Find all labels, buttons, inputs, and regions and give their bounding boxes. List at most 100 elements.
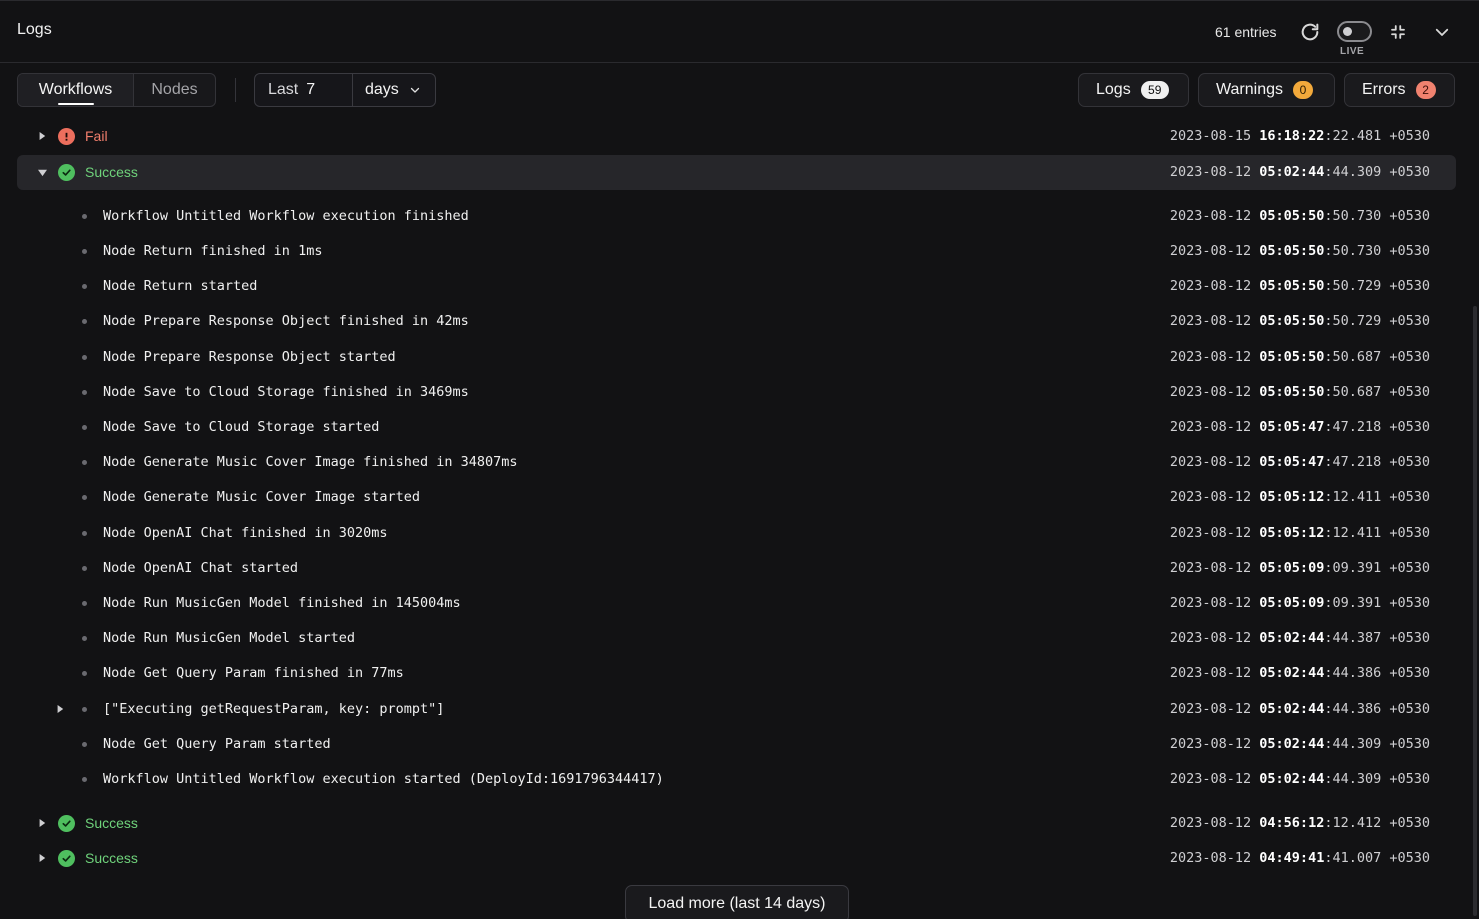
run-status: Success (85, 850, 138, 866)
bullet-dot (82, 284, 87, 289)
run-status: Fail (85, 128, 108, 144)
log-message: Node Prepare Response Object finished in… (103, 313, 469, 329)
range-unit-label: days (365, 81, 399, 98)
log-message: Node Return finished in 1ms (103, 243, 323, 259)
range-prefix: Last (268, 81, 299, 98)
tab-workflows[interactable]: Workflows (18, 74, 134, 106)
log-message: Node OpenAI Chat started (103, 560, 299, 576)
logs-header: Logs 61 entries LIVE (0, 1, 1479, 63)
log-entry[interactable]: Node Save to Cloud Storage started 2023-0… (17, 410, 1456, 445)
log-timestamp: 2023-08-12 05:05:09:09.391 +0530 (1169, 595, 1430, 611)
bullet-dot (82, 425, 87, 430)
view-tabs: Workflows Nodes (17, 73, 216, 107)
log-timestamp: 2023-08-12 05:05:50:50.729 +0530 (1169, 313, 1430, 329)
caret-right-icon[interactable] (55, 704, 65, 714)
log-message: Node Generate Music Cover Image started (103, 489, 420, 505)
toggle-knob (1343, 27, 1352, 36)
bullet-dot (82, 531, 87, 536)
panel-title: Logs (17, 21, 52, 38)
filter-label: Logs (1096, 81, 1131, 98)
run-timestamp: 2023-08-15 16:18:22:22.481 +0530 (1169, 128, 1430, 144)
bullet-dot (82, 495, 87, 500)
run-timestamp: 2023-08-12 04:56:12:12.412 +0530 (1169, 815, 1430, 831)
logs-panel: Logs 61 entries LIVE Workflows Nodes Las (0, 0, 1479, 919)
bullet-dot (82, 636, 87, 641)
log-message: Node Return started (103, 278, 258, 294)
log-entry[interactable]: Node OpenAI Chat finished in 3020ms 2023-… (17, 516, 1456, 551)
log-message: Workflow Untitled Workflow execution fin… (103, 208, 469, 224)
log-entry[interactable]: Node Run MusicGen Model finished in 1450… (17, 586, 1456, 621)
log-message: Node Prepare Response Object started (103, 349, 396, 365)
toolbar-divider (235, 78, 236, 102)
filter-errors-button[interactable]: Errors 2 (1344, 73, 1455, 107)
bullet-dot (82, 249, 87, 254)
bullet-dot (82, 707, 87, 712)
run-row-selected[interactable]: Success 2023-08-12 05:02:44:44.309 +0530 (17, 155, 1456, 190)
log-timestamp: 2023-08-12 05:05:50:50.729 +0530 (1169, 278, 1430, 294)
filter-warnings-button[interactable]: Warnings 0 (1198, 73, 1335, 107)
log-entry[interactable]: Node Return started 2023-08-12 05:05:50:5… (17, 269, 1456, 304)
run-timestamp: 2023-08-12 05:02:44:44.309 +0530 (1169, 164, 1430, 180)
bullet-dot (82, 601, 87, 606)
log-message: Node Get Query Param finished in 77ms (103, 665, 404, 681)
tab-nodes[interactable]: Nodes (134, 74, 215, 106)
log-timestamp: 2023-08-12 05:05:50:50.730 +0530 (1169, 208, 1430, 224)
bullet-dot (82, 390, 87, 395)
log-timestamp: 2023-08-12 05:05:12:12.411 +0530 (1169, 489, 1430, 505)
bullet-dot (82, 777, 87, 782)
bullet-dot (82, 319, 87, 324)
count-badge: 0 (1292, 81, 1313, 99)
log-message: ["Executing getRequestParam, key: prompt… (103, 701, 445, 717)
range-value: 7 (306, 81, 316, 98)
log-entry[interactable]: Node Prepare Response Object finished in… (17, 304, 1456, 339)
log-entry[interactable]: Node Get Query Param finished in 77ms 202… (17, 656, 1456, 691)
log-timestamp: 2023-08-12 05:02:44:44.309 +0530 (1169, 771, 1430, 787)
log-entry[interactable]: Node Get Query Param started 2023-08-12 0… (17, 727, 1456, 762)
log-entry[interactable]: Node OpenAI Chat started 2023-08-12 05:05… (17, 551, 1456, 586)
run-row[interactable]: Fail 2023-08-15 16:18:22:22.481 +0530 (17, 119, 1456, 154)
live-toggle[interactable] (1337, 21, 1372, 42)
run-row[interactable]: Success 2023-08-12 04:49:41:41.007 +0530 (17, 841, 1456, 876)
caret-down-icon[interactable] (37, 167, 47, 177)
range-unit-select[interactable]: days (353, 74, 435, 106)
log-entry[interactable]: Node Generate Music Cover Image finished… (17, 445, 1456, 480)
range-value-field[interactable]: Last 7 (255, 74, 353, 106)
log-entry[interactable]: Workflow Untitled Workflow execution sta… (17, 762, 1456, 797)
log-message: Workflow Untitled Workflow execution sta… (103, 771, 664, 787)
log-timestamp: 2023-08-12 05:02:44:44.386 +0530 (1169, 665, 1430, 681)
caret-right-icon[interactable] (37, 131, 47, 141)
log-timestamp: 2023-08-12 05:05:50:50.687 +0530 (1169, 349, 1430, 365)
chevron-down-icon[interactable] (1431, 21, 1453, 43)
log-entry[interactable]: Workflow Untitled Workflow execution fin… (17, 199, 1456, 234)
caret-right-icon[interactable] (37, 818, 47, 828)
run-status: Success (85, 815, 138, 831)
log-timestamp: 2023-08-12 05:02:44:44.387 +0530 (1169, 630, 1430, 646)
caret-right-icon[interactable] (37, 853, 47, 863)
load-more-button[interactable]: Load more (last 14 days) (625, 885, 849, 919)
log-timestamp: 2023-08-12 05:05:47:47.218 +0530 (1169, 454, 1430, 470)
log-entry-expandable[interactable]: ["Executing getRequestParam, key: prompt… (17, 692, 1456, 727)
run-row[interactable]: Success 2023-08-12 04:56:12:12.412 +0530 (17, 806, 1456, 841)
log-message: Node OpenAI Chat finished in 3020ms (103, 525, 388, 541)
scrollbar[interactable] (1473, 306, 1477, 916)
log-entry[interactable]: Node Save to Cloud Storage finished in 3… (17, 375, 1456, 410)
entries-count: 61 entries (1215, 24, 1277, 40)
log-message: Node Run MusicGen Model finished in 1450… (103, 595, 461, 611)
log-entry[interactable]: Node Run MusicGen Model started 2023-08-1… (17, 621, 1456, 656)
log-entry[interactable]: Node Return finished in 1ms 2023-08-12 05… (17, 234, 1456, 269)
filter-label: Warnings (1216, 81, 1283, 98)
bullet-dot (82, 460, 87, 465)
log-message: Node Get Query Param started (103, 736, 331, 752)
log-timestamp: 2023-08-12 05:05:50:50.687 +0530 (1169, 384, 1430, 400)
log-entry[interactable]: Node Prepare Response Object started 2023… (17, 340, 1456, 375)
log-timestamp: 2023-08-12 05:05:12:12.411 +0530 (1169, 525, 1430, 541)
check-circle-icon (58, 164, 75, 181)
check-circle-icon (58, 850, 75, 867)
collapse-icon[interactable] (1387, 21, 1409, 43)
refresh-icon[interactable] (1298, 20, 1322, 44)
bullet-dot (82, 742, 87, 747)
log-message: Node Save to Cloud Storage started (103, 419, 380, 435)
log-entry[interactable]: Node Generate Music Cover Image started 2… (17, 480, 1456, 515)
live-label: LIVE (1340, 46, 1365, 57)
filter-logs-button[interactable]: Logs 59 (1078, 73, 1189, 107)
